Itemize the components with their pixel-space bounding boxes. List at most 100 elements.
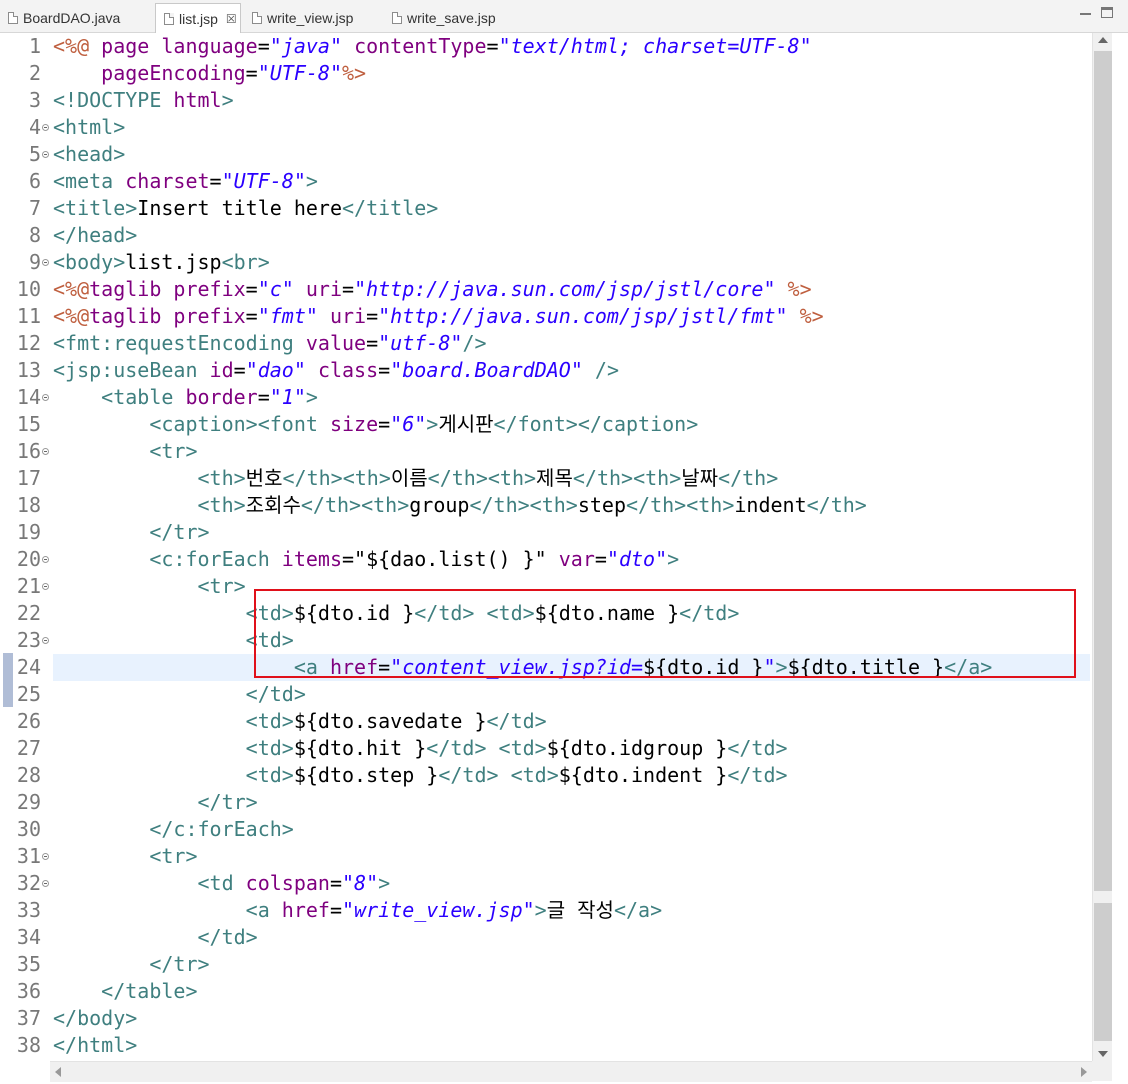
- close-tab-icon[interactable]: ☒: [226, 12, 237, 26]
- code-line[interactable]: 20 <c:forEach items="${dao.list() }" var…: [0, 546, 1090, 573]
- code-line[interactable]: 6 <meta charset="UTF-8">: [0, 168, 1090, 195]
- code-token: href: [281, 898, 330, 922]
- line-number: 8: [28, 223, 41, 247]
- minimize-icon[interactable]: [1079, 6, 1093, 20]
- code-line[interactable]: 38 </html>: [0, 1032, 1090, 1059]
- code-token: 글 작성: [546, 898, 614, 922]
- code-token: </td>: [727, 763, 788, 787]
- fold-toggle-icon[interactable]: [42, 394, 49, 401]
- code-token: </td>: [486, 709, 547, 733]
- code-token: >: [305, 169, 318, 193]
- code-line[interactable]: 35 </tr>: [0, 951, 1090, 978]
- fold-toggle-icon[interactable]: [42, 151, 49, 158]
- code-token: "c": [257, 277, 306, 301]
- code-token: </td>: [727, 736, 788, 760]
- code-line[interactable]: 7 <title>Insert title here</title>: [0, 195, 1090, 222]
- vertical-scrollbar[interactable]: [1092, 33, 1113, 1061]
- code-token: </th>: [718, 466, 779, 490]
- code-line[interactable]: 14 <table border="1">: [0, 384, 1090, 411]
- jsp-file-icon: [252, 11, 262, 24]
- code-line[interactable]: 18 <th>조회수</th><th>group</th><th>step</t…: [0, 492, 1090, 519]
- fold-toggle-icon[interactable]: [42, 583, 49, 590]
- code-line[interactable]: 9 <body>list.jsp<br>: [0, 249, 1090, 276]
- code-text: <table border="1">: [53, 384, 318, 411]
- code-token: ${dto.indent }: [558, 763, 728, 787]
- line-number: 30: [16, 817, 41, 841]
- code-line[interactable]: 1 <%@ page language="java" contentType="t…: [0, 33, 1090, 60]
- code-token: >: [534, 898, 547, 922]
- code-line[interactable]: 19 </tr>: [0, 519, 1090, 546]
- code-line[interactable]: 26 <td>${dto.savedate }</td>: [0, 708, 1090, 735]
- code-text: </tr>: [53, 951, 209, 978]
- code-line[interactable]: 25 </td>: [0, 681, 1090, 708]
- code-token: </th><th>: [300, 493, 410, 517]
- fold-toggle-icon[interactable]: [42, 853, 49, 860]
- tab-write-view-jsp[interactable]: write_view.jsp: [244, 4, 384, 31]
- code-token: </table>: [101, 979, 198, 1003]
- line-number: 13: [16, 358, 41, 382]
- code-line[interactable]: 16 <tr>: [0, 438, 1090, 465]
- code-line[interactable]: 17 <th>번호</th><th>이름</th><th>제목</th><th>…: [0, 465, 1090, 492]
- scroll-right-icon[interactable]: [1081, 1067, 1087, 1077]
- tab-label: write_view.jsp: [267, 9, 354, 26]
- code-line[interactable]: 36 </table>: [0, 978, 1090, 1005]
- fold-toggle-icon[interactable]: [42, 448, 49, 455]
- code-line[interactable]: 8 </head>: [0, 222, 1090, 249]
- code-line[interactable]: 2 pageEncoding="UTF-8"%>: [0, 60, 1090, 87]
- code-token: <caption><font: [149, 412, 330, 436]
- code-token: <fmt:requestEncoding: [53, 331, 306, 355]
- code-token: =: [366, 331, 379, 355]
- code-token: <td>: [245, 736, 294, 760]
- code-line[interactable]: 34 </td>: [0, 924, 1090, 951]
- code-line[interactable]: 4 <html>: [0, 114, 1090, 141]
- code-line[interactable]: 31 <tr>: [0, 843, 1090, 870]
- fold-toggle-icon[interactable]: [42, 880, 49, 887]
- scroll-up-icon[interactable]: [1098, 37, 1108, 43]
- fold-toggle-icon[interactable]: [42, 556, 49, 563]
- fold-toggle-icon[interactable]: [42, 124, 49, 131]
- code-token: </tr>: [197, 790, 258, 814]
- code-token: <th>: [197, 466, 246, 490]
- code-line[interactable]: 27 <td>${dto.hit }</td> <td>${dto.idgrou…: [0, 735, 1090, 762]
- code-line[interactable]: 32 <td colspan="8">: [0, 870, 1090, 897]
- code-line[interactable]: 11 <%@taglib prefix="fmt" uri="http://jav…: [0, 303, 1090, 330]
- code-line[interactable]: 28 <td>${dto.step }</td> <td>${dto.inden…: [0, 762, 1090, 789]
- code-token: "UTF-8": [221, 169, 306, 193]
- code-text: <td>${dto.hit }</td> <td>${dto.idgroup }…: [53, 735, 788, 762]
- code-token: %>: [787, 277, 812, 301]
- maximize-icon[interactable]: [1101, 7, 1113, 18]
- jsp-file-icon: [392, 11, 402, 24]
- fold-toggle-icon[interactable]: [42, 637, 49, 644]
- code-token: taglib: [89, 277, 174, 301]
- scroll-down-icon[interactable]: [1098, 1051, 1108, 1057]
- code-editor[interactable]: 1 <%@ page language="java" contentType="t…: [0, 33, 1128, 1084]
- code-line[interactable]: 5 <head>: [0, 141, 1090, 168]
- code-line[interactable]: 37 </body>: [0, 1005, 1090, 1032]
- code-token: </tr>: [149, 520, 210, 544]
- tab-write-save-jsp[interactable]: write_save.jsp: [384, 4, 524, 31]
- code-line[interactable]: 29 </tr>: [0, 789, 1090, 816]
- window-edge: [1112, 33, 1128, 1084]
- code-line[interactable]: 33 <a href="write_view.jsp">글 작성</a>: [0, 897, 1090, 924]
- tab-boarddao-java[interactable]: BoardDAO.java: [0, 4, 150, 31]
- code-line[interactable]: 13 <jsp:useBean id="dao" class="board.Boa…: [0, 357, 1090, 384]
- code-line[interactable]: 30 </c:forEach>: [0, 816, 1090, 843]
- scrollbar-thumb[interactable]: [1094, 51, 1112, 891]
- horizontal-scrollbar[interactable]: [50, 1061, 1092, 1082]
- code-text: <a href="write_view.jsp">글 작성</a>: [53, 897, 662, 924]
- fold-toggle-icon[interactable]: [42, 259, 49, 266]
- code-token: <tr>: [149, 844, 198, 868]
- code-line[interactable]: 3 <!DOCTYPE html>: [0, 87, 1090, 114]
- tab-list-jsp[interactable]: list.jsp ☒: [155, 3, 241, 33]
- code-line[interactable]: 15 <caption><font size="6">게시판</font></c…: [0, 411, 1090, 438]
- line-number: 29: [16, 790, 41, 814]
- code-token: </td> <td>: [438, 763, 559, 787]
- scroll-left-icon[interactable]: [55, 1067, 61, 1077]
- code-line[interactable]: 12 <fmt:requestEncoding value="utf-8"/>: [0, 330, 1090, 357]
- code-line[interactable]: 10 <%@taglib prefix="c" uri="http://java.…: [0, 276, 1090, 303]
